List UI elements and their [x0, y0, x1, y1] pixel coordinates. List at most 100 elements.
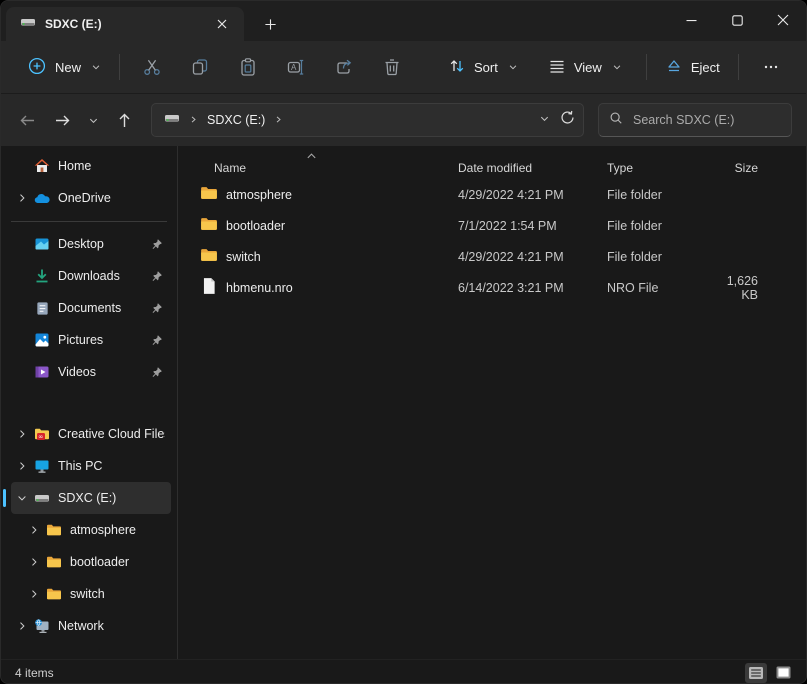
- sidebar-item-desktop[interactable]: Desktop: [11, 228, 171, 260]
- view-button[interactable]: View: [538, 50, 632, 85]
- chevron-down-icon[interactable]: [11, 492, 33, 504]
- forward-button[interactable]: [46, 104, 78, 136]
- sidebar-item-this-pc[interactable]: This PC: [11, 450, 171, 482]
- column-header-name[interactable]: Name: [200, 153, 458, 175]
- new-button[interactable]: New: [17, 49, 111, 86]
- onedrive-icon: [33, 190, 51, 207]
- file-date-modified: 4/29/2022 4:21 PM: [458, 188, 603, 202]
- large-icons-view-button[interactable]: [772, 663, 794, 683]
- sidebar-item-label: bootloader: [70, 555, 165, 569]
- file-date-modified: 6/14/2022 3:21 PM: [458, 281, 603, 295]
- file-type: File folder: [603, 250, 708, 264]
- toolbar-divider: [119, 54, 120, 80]
- back-button[interactable]: [11, 104, 43, 136]
- sidebar-item-label: Creative Cloud Files: [58, 427, 165, 441]
- more-options-button[interactable]: [751, 49, 791, 85]
- file-row-atmosphere[interactable]: atmosphere 4/29/2022 4:21 PM File folder: [178, 179, 806, 210]
- sort-ascending-icon: [306, 149, 317, 163]
- up-button[interactable]: [108, 104, 140, 136]
- address-field[interactable]: SDXC (E:): [151, 103, 584, 137]
- tab-close-icon[interactable]: [210, 12, 234, 36]
- sidebar-item-label: switch: [70, 587, 165, 601]
- tab-sdxc[interactable]: SDXC (E:): [6, 7, 244, 41]
- refresh-icon[interactable]: [560, 110, 575, 130]
- sidebar-item-bootloader[interactable]: bootloader: [11, 546, 171, 578]
- column-header-size[interactable]: Size: [708, 153, 798, 175]
- item-count: 4 items: [15, 666, 54, 680]
- sidebar-item-label: Documents: [58, 301, 149, 315]
- new-button-label: New: [55, 60, 81, 75]
- file-row-bootloader[interactable]: bootloader 7/1/2022 1:54 PM File folder: [178, 210, 806, 241]
- downloads-icon: [33, 268, 51, 284]
- file-size: 1,626 KB: [708, 274, 798, 302]
- sidebar-item-documents[interactable]: Documents: [11, 292, 171, 324]
- column-header-date-modified[interactable]: Date modified: [458, 153, 603, 175]
- share-button[interactable]: [324, 49, 364, 85]
- search-input[interactable]: [633, 113, 781, 127]
- sidebar-item-label: This PC: [58, 459, 165, 473]
- sidebar-item-onedrive[interactable]: OneDrive: [11, 182, 171, 214]
- search-box[interactable]: [598, 103, 792, 137]
- address-dropdown-icon[interactable]: [539, 111, 550, 129]
- chevron-right-icon[interactable]: [11, 192, 33, 204]
- chevron-right-icon[interactable]: [23, 524, 45, 536]
- chevron-right-icon[interactable]: [274, 111, 283, 129]
- pin-icon: [149, 270, 165, 282]
- sort-button[interactable]: Sort: [438, 50, 528, 85]
- rename-button[interactable]: A: [276, 49, 316, 85]
- copy-button[interactable]: [180, 49, 220, 85]
- plus-circle-icon: [27, 56, 47, 79]
- chevron-right-icon[interactable]: [11, 620, 33, 632]
- file-row-switch[interactable]: switch 4/29/2022 4:21 PM File folder: [178, 241, 806, 272]
- delete-button[interactable]: [372, 49, 412, 85]
- details-view-button[interactable]: [745, 663, 767, 683]
- folder-icon: [200, 215, 218, 236]
- chevron-right-icon[interactable]: [23, 556, 45, 568]
- sidebar-item-label: Desktop: [58, 237, 149, 251]
- pin-icon: [149, 302, 165, 314]
- sidebar-item-atmosphere[interactable]: atmosphere: [11, 514, 171, 546]
- sidebar-item-creative-cloud-files[interactable]: ∞ Creative Cloud Files: [11, 418, 171, 450]
- folder-icon: [45, 554, 63, 570]
- selection-accent-bar: [3, 489, 6, 507]
- sidebar-item-downloads[interactable]: Downloads: [11, 260, 171, 292]
- cut-button[interactable]: [132, 49, 172, 85]
- sidebar-item-sdxc-drive[interactable]: SDXC (E:): [11, 482, 171, 514]
- toolbar-divider: [738, 54, 739, 80]
- chevron-right-icon[interactable]: [11, 460, 33, 472]
- view-toggles: [745, 663, 794, 683]
- recent-locations-button[interactable]: [81, 104, 105, 136]
- eject-button[interactable]: Eject: [655, 50, 730, 85]
- maximize-button[interactable]: [714, 1, 760, 39]
- chevron-right-icon[interactable]: [23, 588, 45, 600]
- new-tab-button[interactable]: [256, 10, 284, 38]
- chevron-right-icon[interactable]: [11, 428, 33, 440]
- view-icon: [548, 57, 566, 78]
- breadcrumb-segment[interactable]: SDXC (E:): [207, 113, 265, 127]
- chevron-right-icon[interactable]: [189, 111, 198, 129]
- sidebar-item-switch[interactable]: switch: [11, 578, 171, 610]
- sidebar-item-home[interactable]: Home: [11, 150, 171, 182]
- chevron-down-icon: [612, 60, 622, 75]
- paste-button[interactable]: [228, 49, 268, 85]
- chevron-down-icon: [508, 60, 518, 75]
- sidebar-item-pictures[interactable]: Pictures: [11, 324, 171, 356]
- minimize-button[interactable]: [668, 1, 714, 39]
- search-icon: [609, 111, 623, 130]
- sidebar-item-network[interactable]: Network: [11, 610, 171, 642]
- share-icon: [334, 57, 354, 77]
- large-icons-view-icon: [775, 665, 792, 680]
- column-header-type[interactable]: Type: [603, 153, 708, 175]
- content-area: Home OneDrive Desktop: [1, 146, 806, 659]
- arrow-left-icon: [19, 112, 36, 129]
- arrow-right-icon: [54, 112, 71, 129]
- sidebar-item-label: Pictures: [58, 333, 149, 347]
- copy-icon: [190, 57, 210, 77]
- sidebar-item-videos[interactable]: Videos: [11, 356, 171, 388]
- address-bar: SDXC (E:): [1, 94, 806, 146]
- close-button[interactable]: [760, 1, 806, 39]
- arrow-up-icon: [116, 112, 133, 129]
- tab-label: SDXC (E:): [45, 17, 201, 31]
- drive-icon: [33, 490, 51, 506]
- file-row-hbmenu-nro[interactable]: hbmenu.nro 6/14/2022 3:21 PM NRO File 1,…: [178, 272, 806, 303]
